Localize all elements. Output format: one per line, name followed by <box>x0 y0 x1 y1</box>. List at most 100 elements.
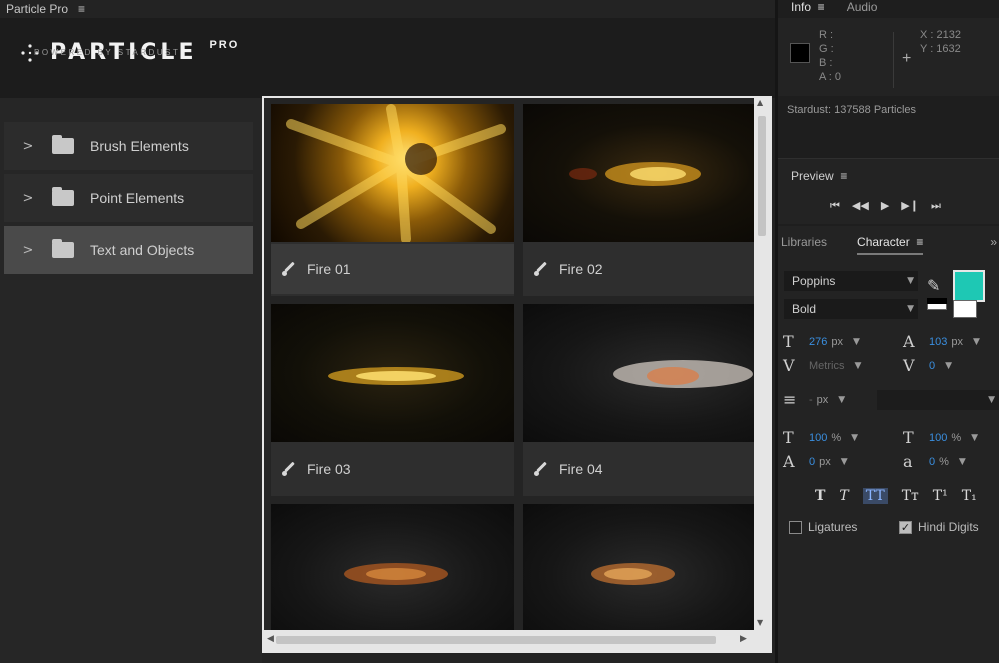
scroll-up-icon[interactable]: ▲ <box>757 98 763 107</box>
font-family-value: Poppins <box>792 274 836 288</box>
font-size-field[interactable]: T 276 px ▼ <box>783 332 860 351</box>
stroke-style-select[interactable]: ▼ <box>877 390 999 410</box>
chevron-down-icon[interactable]: ▼ <box>973 337 980 347</box>
scroll-left-icon[interactable]: ◀ <box>267 634 274 644</box>
sidebar-item-point-elements[interactable]: > Point Elements <box>4 174 253 222</box>
fill-color-swatch[interactable] <box>953 270 985 302</box>
sidebar-item-label: Point Elements <box>90 190 185 206</box>
r-value: R : <box>819 29 834 41</box>
scrollbar-thumb[interactable] <box>276 636 716 644</box>
preset-thumbnail <box>523 104 754 242</box>
y-value: Y : 1632 <box>920 43 961 55</box>
ligatures-checkbox[interactable]: Ligatures <box>789 520 857 534</box>
stroke-color-swatch[interactable] <box>953 300 977 318</box>
tsume-field[interactable]: a 0 % ▼ <box>903 452 966 471</box>
chevron-down-icon[interactable]: ▼ <box>959 457 966 467</box>
brush-icon <box>281 261 297 277</box>
font-weight-value: Bold <box>792 302 817 316</box>
chevron-right-icon[interactable]: > <box>4 191 52 206</box>
preset-tile[interactable] <box>271 504 514 630</box>
folder-icon <box>52 135 74 154</box>
tab-libraries[interactable]: Libraries <box>781 235 827 255</box>
preset-tile[interactable] <box>523 504 754 630</box>
chevron-down-icon: ▼ <box>988 395 995 405</box>
vertical-scale-field[interactable]: T 100 % ▼ <box>783 428 858 447</box>
fire-streak-graphic <box>328 367 464 385</box>
font-size-icon: T <box>783 332 794 351</box>
leading-field[interactable]: A 103 px ▼ <box>903 332 980 351</box>
chevron-right-icon[interactable]: > <box>4 243 52 258</box>
eyedropper-icon[interactable]: ✎ <box>927 276 940 296</box>
preview-title[interactable]: Preview ≡ <box>791 169 847 183</box>
play-icon[interactable]: ▶ <box>881 199 889 213</box>
subscript-button[interactable]: T₁ <box>962 488 977 504</box>
category-sidebar: > Brush Elements > Point Elements > Text… <box>0 98 262 663</box>
scroll-right-icon[interactable]: ▶ <box>740 634 747 644</box>
brush-icon <box>533 461 549 477</box>
scrollbar-thumb[interactable] <box>758 116 766 236</box>
panel-overflow-icon[interactable]: » <box>990 235 997 249</box>
checkbox-box[interactable] <box>899 520 912 534</box>
horizontal-scale-field[interactable]: T 100 % ▼ <box>903 428 978 447</box>
first-frame-icon[interactable]: ⏮ <box>830 199 840 213</box>
hindi-digits-checkbox[interactable]: Hindi Digits <box>899 520 979 534</box>
checkbox-label: Hindi Digits <box>918 520 979 534</box>
kerning-field[interactable]: V Metrics ▼ <box>783 356 861 375</box>
tab-audio[interactable]: Audio <box>847 0 878 20</box>
preset-thumbnail <box>523 504 754 630</box>
font-family-select[interactable]: Poppins ▼ <box>784 271 918 291</box>
tsume-icon: a <box>903 452 913 471</box>
tab-info[interactable]: Info ≡ <box>791 0 825 20</box>
preset-thumbnail <box>523 304 754 442</box>
chevron-down-icon[interactable]: ▼ <box>853 337 860 347</box>
tab-character[interactable]: Character ≡ <box>857 235 924 255</box>
font-weight-select[interactable]: Bold ▼ <box>784 299 918 319</box>
sidebar-item-brush-elements[interactable]: > Brush Elements <box>4 122 253 170</box>
b-value: B : <box>819 57 833 69</box>
logo-sup: PRO <box>209 38 240 51</box>
scroll-down-icon[interactable]: ▼ <box>757 618 763 627</box>
sidebar-item-text-and-objects[interactable]: > Text and Objects <box>4 226 253 274</box>
grid-horizontal-scrollbar[interactable]: ◀ ▶ <box>264 632 754 648</box>
superscript-button[interactable]: T¹ <box>933 488 948 504</box>
small-caps-button[interactable]: Tт <box>902 488 919 504</box>
chevron-down-icon[interactable]: ▼ <box>854 361 861 371</box>
chevron-down-icon[interactable]: ▼ <box>838 395 845 405</box>
preset-tile-fire-03[interactable]: Fire 03 <box>271 304 514 496</box>
all-caps-button[interactable]: TT <box>862 488 888 504</box>
tracking-field[interactable]: V 0 ▼ <box>903 356 952 375</box>
panel-tab[interactable]: Particle Pro ≡ <box>0 0 775 18</box>
preset-label: Fire 02 <box>559 261 603 277</box>
checkbox-box[interactable] <box>789 520 802 534</box>
faux-italic-button[interactable]: T <box>839 488 848 504</box>
grid-vertical-scrollbar[interactable]: ▲ ▼ <box>754 96 770 630</box>
playback-controls: ⏮ ◀◀ ▶ ▶❙ ⏭ <box>830 199 941 213</box>
preset-label-row: Fire 03 <box>271 444 514 494</box>
info-panel: R : G : B : A : 0 + X : 2132 Y : 1632 <box>778 18 999 96</box>
chevron-down-icon[interactable]: ▼ <box>971 433 978 443</box>
right-panels: Info ≡ Audio R : G : B : A : 0 + X : 213… <box>775 0 999 663</box>
folder-icon <box>52 187 74 206</box>
preset-tile-fire-02[interactable]: Fire 02 <box>523 104 754 296</box>
panel-menu-icon[interactable]: ≡ <box>78 2 85 16</box>
baseline-shift-field[interactable]: A 0 px ▼ <box>783 452 848 471</box>
checkbox-label: Ligatures <box>808 520 858 534</box>
preset-grid-frame: Fire 01 Fire 02 Fire 03 Fire 04 ▲ ▼ ◀ ▶ <box>262 96 772 653</box>
chevron-right-icon[interactable]: > <box>4 139 52 154</box>
preset-tile-fire-04[interactable]: Fire 04 <box>523 304 754 496</box>
logo-tagline: POWERED BY STARDUST <box>34 48 181 57</box>
crosshair-icon: + <box>902 50 912 67</box>
brush-icon <box>281 461 297 477</box>
chevron-down-icon[interactable]: ▼ <box>851 433 858 443</box>
last-frame-icon[interactable]: ⏭ <box>931 199 941 213</box>
faux-bold-button[interactable]: T <box>815 488 825 504</box>
preset-tile-fire-01[interactable]: Fire 01 <box>271 104 514 296</box>
stroke-width-field[interactable]: ≡ - px ▼ <box>783 390 845 409</box>
preset-thumbnail <box>271 504 514 630</box>
prev-frame-icon[interactable]: ◀◀ <box>852 199 869 213</box>
preset-label-row: Fire 04 <box>523 444 754 494</box>
sidebar-item-label: Brush Elements <box>90 138 189 154</box>
chevron-down-icon[interactable]: ▼ <box>841 457 848 467</box>
next-frame-icon[interactable]: ▶❙ <box>901 199 919 213</box>
chevron-down-icon[interactable]: ▼ <box>945 361 952 371</box>
